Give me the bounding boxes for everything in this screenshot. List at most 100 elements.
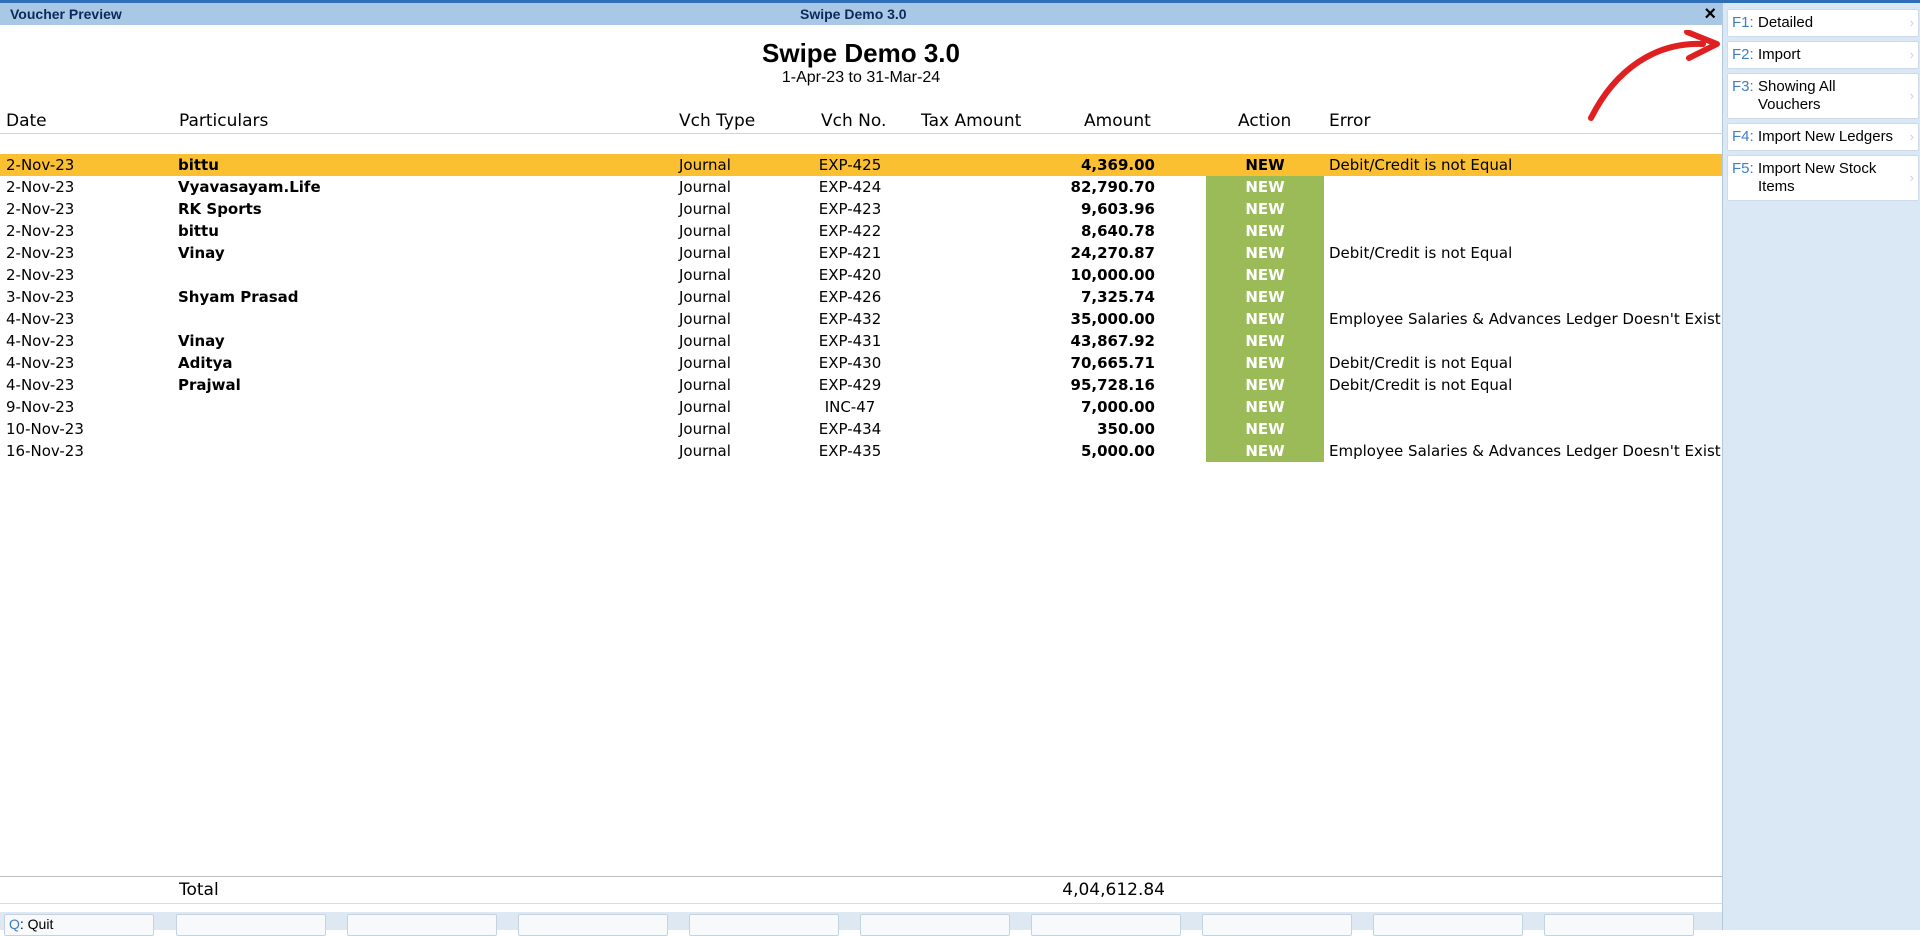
cell-date: 4-Nov-23 bbox=[6, 332, 75, 350]
col-header-tax-amount[interactable]: Tax Amount bbox=[921, 111, 1021, 131]
bottom-button-empty[interactable] bbox=[518, 914, 668, 936]
cell-action-badge[interactable]: NEW bbox=[1206, 308, 1324, 330]
cell-particulars: Prajwal bbox=[178, 376, 241, 394]
sidebar-label: Detailed bbox=[1758, 14, 1814, 31]
cell-vch-type: Journal bbox=[679, 222, 731, 240]
bottom-button-bar: Q: Quit bbox=[0, 912, 1722, 936]
cell-date: 4-Nov-23 bbox=[6, 376, 75, 394]
cell-particulars: Vinay bbox=[178, 332, 225, 350]
col-header-action[interactable]: Action bbox=[1238, 111, 1291, 131]
cell-action-badge[interactable]: NEW bbox=[1206, 396, 1324, 418]
cell-vch-type: Journal bbox=[679, 244, 731, 262]
sidebar-key: F1: bbox=[1732, 14, 1754, 31]
col-header-amount[interactable]: Amount bbox=[1084, 111, 1151, 131]
sidebar-key: F3: bbox=[1732, 78, 1754, 95]
table-row[interactable]: 4-Nov-23 Prajwal Journal EXP-429 95,728.… bbox=[0, 374, 1722, 396]
bottom-button-empty[interactable] bbox=[1373, 914, 1523, 936]
cell-amount: 8,640.78 bbox=[1080, 222, 1155, 240]
col-header-date[interactable]: Date bbox=[6, 111, 47, 131]
bottom-button-empty[interactable] bbox=[860, 914, 1010, 936]
cell-action-badge[interactable]: NEW bbox=[1206, 418, 1324, 440]
cell-vch-no: EXP-426 bbox=[818, 288, 882, 306]
cell-vch-type: Journal bbox=[679, 398, 731, 416]
cell-vch-no: EXP-434 bbox=[818, 420, 882, 438]
close-icon[interactable]: × bbox=[1704, 3, 1716, 26]
sidebar-button-import-new-ledgers[interactable]: F4: Import New Ledgers › bbox=[1727, 123, 1919, 151]
cell-date: 3-Nov-23 bbox=[6, 288, 75, 306]
cell-vch-type: Journal bbox=[679, 156, 731, 174]
sidebar-key: F2: bbox=[1732, 46, 1754, 63]
cell-action-badge[interactable]: NEW bbox=[1206, 374, 1324, 396]
table-row[interactable]: 2-Nov-23 RK Sports Journal EXP-423 9,603… bbox=[0, 198, 1722, 220]
cell-error: Debit/Credit is not Equal bbox=[1329, 156, 1513, 174]
col-header-particulars[interactable]: Particulars bbox=[179, 111, 268, 131]
col-header-error[interactable]: Error bbox=[1329, 111, 1370, 131]
table-row[interactable]: 4-Nov-23 Journal EXP-432 35,000.00 NEW E… bbox=[0, 308, 1722, 330]
cell-action-badge[interactable]: NEW bbox=[1206, 352, 1324, 374]
cell-action-badge[interactable]: NEW bbox=[1206, 264, 1324, 286]
cell-date: 2-Nov-23 bbox=[6, 156, 75, 174]
cell-action-badge[interactable]: NEW bbox=[1206, 330, 1324, 352]
cell-particulars: Vinay bbox=[178, 244, 225, 262]
bottom-button-empty[interactable] bbox=[176, 914, 326, 936]
cell-action-badge[interactable]: NEW bbox=[1206, 242, 1324, 264]
quit-button[interactable]: Q: Quit bbox=[4, 914, 154, 936]
cell-date: 10-Nov-23 bbox=[6, 420, 84, 438]
table-row[interactable]: 4-Nov-23 Aditya Journal EXP-430 70,665.7… bbox=[0, 352, 1722, 374]
cell-action-badge[interactable]: NEW bbox=[1206, 154, 1324, 176]
table-row-selected[interactable]: 2-Nov-23 bittu Journal EXP-425 4,369.00 … bbox=[0, 154, 1722, 176]
bottom-button-empty[interactable] bbox=[689, 914, 839, 936]
total-label: Total bbox=[179, 880, 219, 900]
table-row[interactable]: 9-Nov-23 Journal INC-47 7,000.00 NEW bbox=[0, 396, 1722, 418]
window-title: Voucher Preview bbox=[10, 6, 122, 22]
sidebar-label: Import bbox=[1758, 46, 1801, 63]
table-row[interactable]: 3-Nov-23 Shyam Prasad Journal EXP-426 7,… bbox=[0, 286, 1722, 308]
col-header-vch-type[interactable]: Vch Type bbox=[679, 111, 755, 131]
cell-vch-no: INC-47 bbox=[824, 398, 876, 416]
bottom-button-empty[interactable] bbox=[1031, 914, 1181, 936]
cell-action-badge[interactable]: NEW bbox=[1206, 440, 1324, 462]
sidebar-button-detailed[interactable]: F1: Detailed › bbox=[1727, 9, 1919, 37]
bottom-button-empty[interactable] bbox=[347, 914, 497, 936]
report-period: 1-Apr-23 to 31-Mar-24 bbox=[781, 69, 941, 86]
table-row[interactable]: 2-Nov-23 bittu Journal EXP-422 8,640.78 … bbox=[0, 220, 1722, 242]
bottom-button-empty[interactable] bbox=[1202, 914, 1352, 936]
cell-vch-no: EXP-425 bbox=[818, 156, 882, 174]
table-row[interactable]: 4-Nov-23 Vinay Journal EXP-431 43,867.92… bbox=[0, 330, 1722, 352]
key-text: F1 bbox=[1732, 14, 1750, 31]
cell-action-badge[interactable]: NEW bbox=[1206, 220, 1324, 242]
col-header-vch-no[interactable]: Vch No. bbox=[821, 111, 886, 131]
total-divider bbox=[0, 876, 1722, 877]
bottom-button-empty[interactable] bbox=[1544, 914, 1694, 936]
cell-date: 4-Nov-23 bbox=[6, 354, 75, 372]
sidebar-label: Import New Stock Items bbox=[1758, 160, 1877, 195]
cell-amount: 10,000.00 bbox=[1070, 266, 1155, 284]
cell-vch-type: Journal bbox=[679, 178, 731, 196]
cell-amount: 5,000.00 bbox=[1080, 442, 1155, 460]
table-row[interactable]: 16-Nov-23 Journal EXP-435 5,000.00 NEW E… bbox=[0, 440, 1722, 462]
cell-error: Debit/Credit is not Equal bbox=[1329, 376, 1513, 394]
table-row[interactable]: 2-Nov-23 Journal EXP-420 10,000.00 NEW bbox=[0, 264, 1722, 286]
cell-particulars: bittu bbox=[178, 156, 219, 174]
sidebar-button-import[interactable]: F2: Import › bbox=[1727, 41, 1919, 69]
cell-date: 2-Nov-23 bbox=[6, 266, 75, 284]
cell-amount: 350.00 bbox=[1097, 420, 1155, 438]
cell-particulars: Vyavasayam.Life bbox=[178, 178, 321, 196]
cell-action-badge[interactable]: NEW bbox=[1206, 286, 1324, 308]
table-row[interactable]: 2-Nov-23 Vyavasayam.Life Journal EXP-424… bbox=[0, 176, 1722, 198]
cell-vch-no: EXP-432 bbox=[818, 310, 882, 328]
cell-vch-no: EXP-435 bbox=[818, 442, 882, 460]
total-bottom-divider bbox=[0, 903, 1722, 904]
cell-action-badge[interactable]: NEW bbox=[1206, 198, 1324, 220]
key-text: F4 bbox=[1732, 128, 1750, 145]
table-row[interactable]: 10-Nov-23 Journal EXP-434 350.00 NEW bbox=[0, 418, 1722, 440]
cell-date: 2-Nov-23 bbox=[6, 178, 75, 196]
total-amount: 4,04,612.84 bbox=[1062, 880, 1165, 900]
cell-date: 16-Nov-23 bbox=[6, 442, 84, 460]
sidebar-button-import-new-stock-items[interactable]: F5: Import New Stock Items › bbox=[1727, 155, 1919, 201]
sidebar-button-showing-all-vouchers[interactable]: F3: Showing All Vouchers › bbox=[1727, 73, 1919, 119]
table-row[interactable]: 2-Nov-23 Vinay Journal EXP-421 24,270.87… bbox=[0, 242, 1722, 264]
cell-vch-no: EXP-424 bbox=[818, 178, 882, 196]
sidebar-key: F5: bbox=[1732, 160, 1754, 177]
cell-action-badge[interactable]: NEW bbox=[1206, 176, 1324, 198]
